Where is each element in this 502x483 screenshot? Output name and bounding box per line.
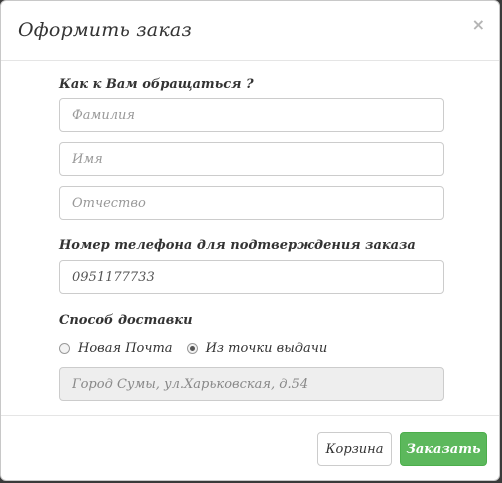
modal-header: Оформить заказ × xyxy=(1,1,499,61)
pickup-address-input xyxy=(59,367,444,401)
modal-footer: Корзина Заказать xyxy=(1,415,499,480)
close-icon[interactable]: × xyxy=(472,15,485,34)
last-name-input[interactable] xyxy=(59,98,444,132)
phone-input[interactable] xyxy=(59,260,444,294)
modal-body: Как к Вам обращаться ? Номер телефона дл… xyxy=(1,61,499,415)
phone-label: Номер телефона для подтверждения заказа xyxy=(59,238,416,253)
delivery-label: Способ доставки xyxy=(59,313,193,328)
place-order-button[interactable]: Заказать xyxy=(400,432,487,466)
order-modal: Оформить заказ × Как к Вам обращаться ? … xyxy=(0,0,500,481)
modal-title: Оформить заказ xyxy=(18,19,192,41)
name-section-label: Как к Вам обращаться ? xyxy=(59,77,254,92)
delivery-options: Новая Почта Из точки выдачи xyxy=(59,339,341,357)
cart-button[interactable]: Корзина xyxy=(317,432,392,466)
radio-pickup-point-label[interactable]: Из точки выдачи xyxy=(206,341,328,356)
radio-nova-poshta[interactable] xyxy=(59,342,70,354)
radio-pickup-point[interactable] xyxy=(186,342,198,354)
first-name-input[interactable] xyxy=(59,142,444,176)
radio-nova-poshta-label[interactable]: Новая Почта xyxy=(78,341,173,356)
middle-name-input[interactable] xyxy=(59,186,444,220)
